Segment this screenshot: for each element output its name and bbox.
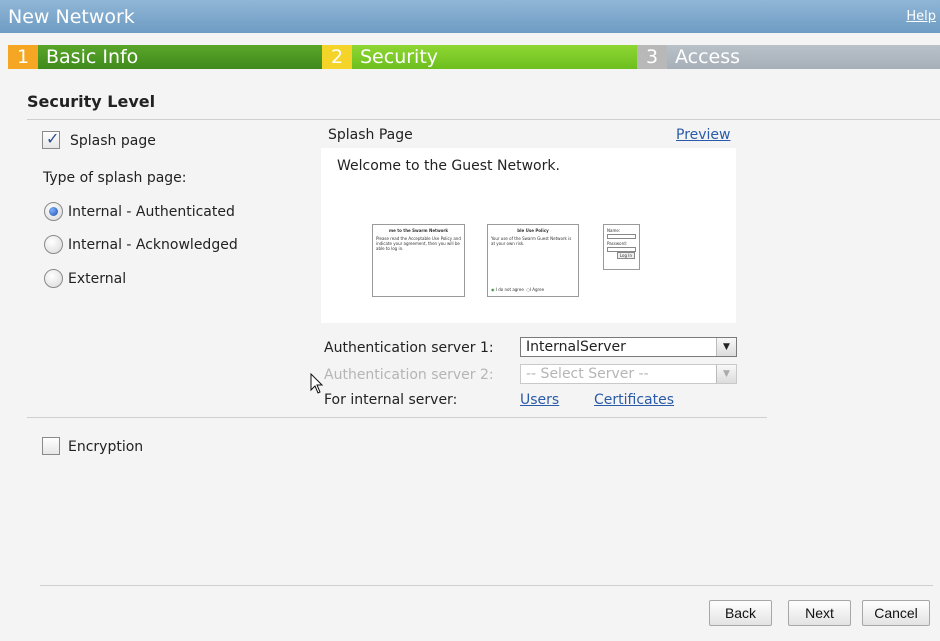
radio-label: Internal - Authenticated <box>68 204 235 220</box>
splash-page-label: Splash page <box>70 133 156 149</box>
radio-label: Internal - Acknowledged <box>68 237 238 253</box>
thumb-button: Log In <box>616 252 635 259</box>
step-basic-info[interactable]: 1 Basic Info <box>8 45 322 69</box>
thumb-title: me to the Swarm Network <box>388 228 449 233</box>
encryption-checkbox[interactable] <box>42 437 60 455</box>
step-label: Basic Info <box>38 45 322 69</box>
step-access[interactable]: 3 Access <box>637 45 940 69</box>
splash-preview-header: Splash Page <box>328 127 413 143</box>
radio-internal-authenticated[interactable] <box>44 202 63 221</box>
wizard-steps: 1 Basic Info 2 Security 3 Access <box>0 45 940 69</box>
preview-thumbnail-policy: ble Use Policy Your use of the Swarm Gue… <box>487 224 579 297</box>
select-value: -- Select Server -- <box>526 366 649 382</box>
footer-divider <box>40 585 933 586</box>
window-title: New Network <box>8 6 135 28</box>
help-link[interactable]: Help <box>906 9 936 24</box>
mouse-cursor-icon <box>310 373 324 394</box>
thumb-option: I do not agree <box>495 287 524 292</box>
cancel-button[interactable]: Cancel <box>862 600 930 626</box>
auth-server-2-label: Authentication server 2: <box>324 367 494 383</box>
auth-server-1-label: Authentication server 1: <box>324 340 494 356</box>
auth-server-2-select[interactable]: -- Select Server -- ▼ <box>520 364 737 384</box>
preview-welcome-text: Welcome to the Guest Network. <box>337 158 560 174</box>
select-value: InternalServer <box>526 339 626 355</box>
auth-server-1-select[interactable]: InternalServer ▼ <box>520 337 737 357</box>
step-number: 2 <box>322 45 352 69</box>
internal-server-label: For internal server: <box>324 392 458 408</box>
section-title: Security Level <box>27 92 156 111</box>
check-icon: ✓ <box>46 129 60 148</box>
splash-page-checkbox[interactable]: ✓ <box>42 129 60 149</box>
chevron-down-icon: ▼ <box>716 365 736 383</box>
radio-label: External <box>68 271 127 287</box>
radio-internal-acknowledged[interactable] <box>44 235 63 254</box>
thumb-label: Name: <box>607 228 621 233</box>
back-button[interactable]: Back <box>709 600 772 626</box>
preview-link[interactable]: Preview <box>676 127 731 143</box>
splash-preview: Welcome to the Guest Network. me to the … <box>321 148 736 323</box>
step-number: 3 <box>637 45 667 69</box>
certificates-link[interactable]: Certificates <box>594 392 674 408</box>
thumb-option: I Agree <box>529 287 545 292</box>
thumb-body: Your use of the Swarm Guest Network is a… <box>491 236 572 246</box>
splash-type-label: Type of splash page: <box>43 170 187 186</box>
next-button[interactable]: Next <box>788 600 851 626</box>
radio-external[interactable] <box>44 269 63 288</box>
thumb-body: Please read the Acceptable Use Policy an… <box>376 236 461 251</box>
thumb-title: ble Use Policy <box>517 228 549 233</box>
preview-thumbnail-welcome: me to the Swarm Network Please read the … <box>372 224 465 297</box>
step-security[interactable]: 2 Security <box>322 45 637 69</box>
preview-thumbnail-login: Name: Password: Log In <box>603 224 640 270</box>
step-number: 1 <box>8 45 38 69</box>
chevron-down-icon: ▼ <box>716 338 736 356</box>
encryption-label: Encryption <box>68 439 144 455</box>
section-divider <box>27 119 940 120</box>
step-label: Security <box>352 45 637 69</box>
section-divider <box>27 417 767 418</box>
thumb-label: Password: <box>607 241 628 246</box>
users-link[interactable]: Users <box>520 392 559 408</box>
title-bar: New Network Help <box>0 0 940 33</box>
step-label: Access <box>667 45 940 69</box>
